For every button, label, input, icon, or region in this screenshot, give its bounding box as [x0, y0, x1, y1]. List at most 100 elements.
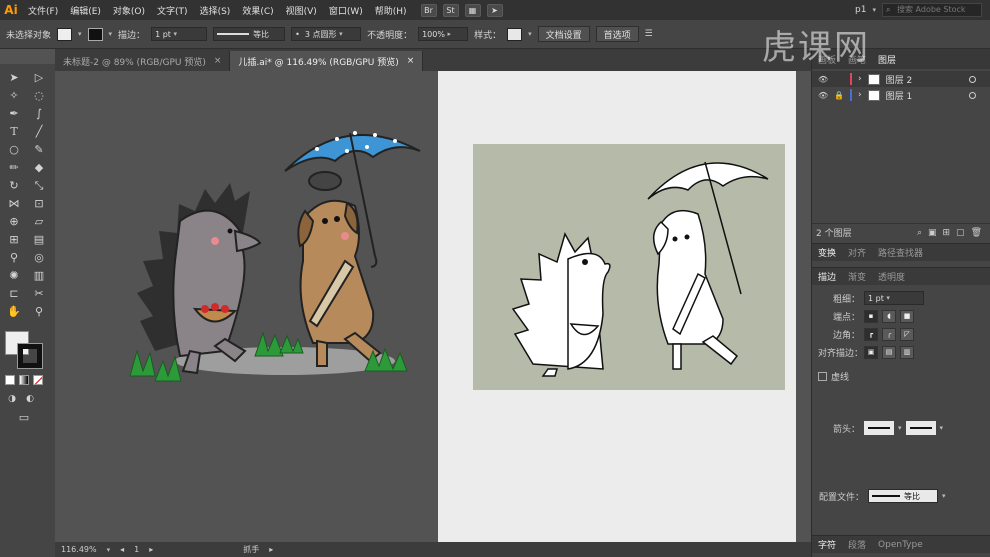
- preferences-button[interactable]: 首选项: [595, 26, 639, 42]
- close-icon[interactable]: ×: [407, 56, 415, 66]
- tab-layers[interactable]: 图层: [878, 53, 896, 66]
- eraser-tool-icon[interactable]: ◆: [29, 159, 49, 176]
- delete-layer-icon[interactable]: 🗑: [971, 228, 982, 238]
- stock-button[interactable]: St: [442, 3, 459, 17]
- menu-item-4[interactable]: 选择(S): [194, 4, 237, 17]
- expand-arrow-icon[interactable]: ›: [858, 74, 862, 84]
- chevron-down-icon[interactable]: ▾: [940, 424, 944, 432]
- tab-erchao[interactable]: 儿插.ai* @ 116.49% (RGB/GPU 预览) ×: [230, 51, 424, 71]
- menu-item-5[interactable]: 效果(C): [236, 4, 279, 17]
- selection-tool-icon[interactable]: ➤: [4, 69, 24, 86]
- magic-wand-tool-icon[interactable]: ✧: [4, 87, 24, 104]
- gradient-mode-button[interactable]: [19, 375, 29, 385]
- fill-swatch[interactable]: [57, 27, 73, 41]
- perspective-grid-tool-icon[interactable]: ▱: [29, 213, 49, 230]
- tab-character[interactable]: 字符: [818, 538, 836, 551]
- status-menu-icon[interactable]: ▸: [269, 545, 273, 554]
- symbol-sprayer-tool-icon[interactable]: ✺: [4, 267, 24, 284]
- bridge-button[interactable]: Br: [420, 3, 437, 17]
- end-arrow-dropdown[interactable]: [905, 421, 936, 435]
- target-circle-icon[interactable]: [969, 91, 976, 99]
- weight-field[interactable]: 1 pt ▾: [864, 291, 924, 305]
- menu-item-1[interactable]: 编辑(E): [64, 4, 107, 17]
- chevron-down-icon[interactable]: ▾: [109, 30, 113, 38]
- curvature-tool-icon[interactable]: ∫: [29, 105, 49, 122]
- menu-item-7[interactable]: 窗口(W): [323, 4, 369, 17]
- menu-item-0[interactable]: 文件(F): [22, 4, 64, 17]
- tab-paragraph[interactable]: 段落: [848, 538, 866, 551]
- chevron-down-icon[interactable]: ▾: [78, 30, 82, 38]
- next-artboard-icon[interactable]: ▸: [149, 545, 153, 554]
- new-sublayer-icon[interactable]: ⊞: [943, 228, 951, 238]
- chevron-down-icon[interactable]: ▾: [107, 546, 111, 554]
- menu-item-3[interactable]: 文字(T): [151, 4, 194, 17]
- direct-selection-tool-icon[interactable]: ▷: [29, 69, 49, 86]
- type-tool-icon[interactable]: T: [4, 123, 24, 140]
- none-mode-button[interactable]: [33, 375, 43, 385]
- line-tool-icon[interactable]: ╱: [29, 123, 49, 140]
- align-center-button[interactable]: ▣: [864, 345, 878, 359]
- gradient-tool-icon[interactable]: ▤: [29, 231, 49, 248]
- chevron-down-icon[interactable]: ▾: [898, 424, 902, 432]
- rotate-tool-icon[interactable]: ↻: [4, 177, 24, 194]
- dashed-checkbox[interactable]: [818, 371, 827, 381]
- arrange-docs-button[interactable]: ▦: [464, 3, 481, 17]
- style-swatch[interactable]: [507, 27, 523, 41]
- pen-tool-icon[interactable]: ✒: [4, 105, 24, 122]
- butt-cap-button[interactable]: ▪: [864, 309, 878, 323]
- pencil-tool-icon[interactable]: ✏: [4, 159, 24, 176]
- tab-transparency[interactable]: 透明度: [878, 270, 905, 283]
- profile-dropdown[interactable]: 等比: [868, 489, 938, 503]
- layer-row[interactable]: 👁 🔒 › 图层 1: [812, 87, 990, 103]
- round-cap-button[interactable]: ◖: [882, 309, 896, 323]
- blend-tool-icon[interactable]: ◎: [29, 249, 49, 266]
- visibility-eye-icon[interactable]: 👁: [818, 75, 828, 84]
- free-transform-tool-icon[interactable]: ⊡: [29, 195, 49, 212]
- opacity-field[interactable]: 100% ▸: [418, 27, 469, 41]
- eyedropper-tool-icon[interactable]: ⚲: [4, 249, 24, 266]
- layer-name[interactable]: 图层 1: [886, 89, 913, 102]
- zoom-level[interactable]: 116.49%: [61, 545, 97, 554]
- scale-tool-icon[interactable]: ⤡: [29, 177, 49, 194]
- column-graph-tool-icon[interactable]: ▥: [29, 267, 49, 284]
- lasso-tool-icon[interactable]: ◌: [29, 87, 49, 104]
- placed-sketch-image[interactable]: [473, 144, 785, 390]
- stock-search-input[interactable]: 搜索 Adobe Stock: [882, 3, 982, 17]
- layer-row[interactable]: 👁 › 图层 2: [812, 71, 990, 87]
- chevron-down-icon[interactable]: ▾: [942, 492, 946, 500]
- align-inside-button[interactable]: ▤: [882, 345, 896, 359]
- width-tool-icon[interactable]: ⋈: [4, 195, 24, 212]
- screen-mode-icon[interactable]: ▭: [14, 409, 34, 426]
- menu-item-6[interactable]: 视图(V): [280, 4, 323, 17]
- tab-untitled-2[interactable]: 未标题-2 @ 89% (RGB/GPU 预览) ×: [55, 51, 231, 71]
- tab-stroke[interactable]: 描边: [818, 270, 836, 283]
- menu-item-2[interactable]: 对象(O): [107, 4, 151, 17]
- expand-arrow-icon[interactable]: ›: [858, 90, 862, 100]
- canvas[interactable]: [55, 71, 811, 542]
- shape-builder-tool-icon[interactable]: ⊕: [4, 213, 24, 230]
- brush-dropdown[interactable]: • 3 点圆形 ▾: [291, 27, 362, 41]
- draw-normal-icon[interactable]: ◑: [5, 393, 19, 405]
- chevron-down-icon[interactable]: ▾: [528, 30, 532, 38]
- bevel-join-button[interactable]: ◸: [900, 327, 914, 341]
- visibility-eye-icon[interactable]: 👁: [818, 91, 828, 100]
- tab-pathfinder[interactable]: 路径查找器: [878, 246, 923, 259]
- artboard-tool-icon[interactable]: ⊏: [4, 285, 24, 302]
- align-outside-button[interactable]: ▥: [900, 345, 914, 359]
- round-join-button[interactable]: ╭: [882, 327, 896, 341]
- slice-tool-icon[interactable]: ✂: [29, 285, 49, 302]
- make-clipping-mask-icon[interactable]: ▣: [928, 228, 937, 238]
- color-illustration[interactable]: [55, 71, 435, 542]
- document-setup-button[interactable]: 文档设置: [537, 26, 590, 42]
- prev-artboard-icon[interactable]: ◂: [120, 545, 124, 554]
- artboard[interactable]: [438, 71, 796, 542]
- variable-width-dropdown[interactable]: 等比: [213, 27, 286, 41]
- paintbrush-tool-icon[interactable]: ✎: [29, 141, 49, 158]
- menu-icon[interactable]: ☰: [645, 29, 653, 39]
- new-layer-icon[interactable]: ▢: [956, 228, 965, 238]
- workspace-switcher[interactable]: p1: [855, 5, 866, 15]
- stroke-weight-field[interactable]: 1 pt ▾: [151, 27, 208, 41]
- stroke-swatch[interactable]: [87, 27, 103, 41]
- gpu-icon[interactable]: ➤: [486, 3, 503, 17]
- lock-icon[interactable]: 🔒: [834, 91, 844, 100]
